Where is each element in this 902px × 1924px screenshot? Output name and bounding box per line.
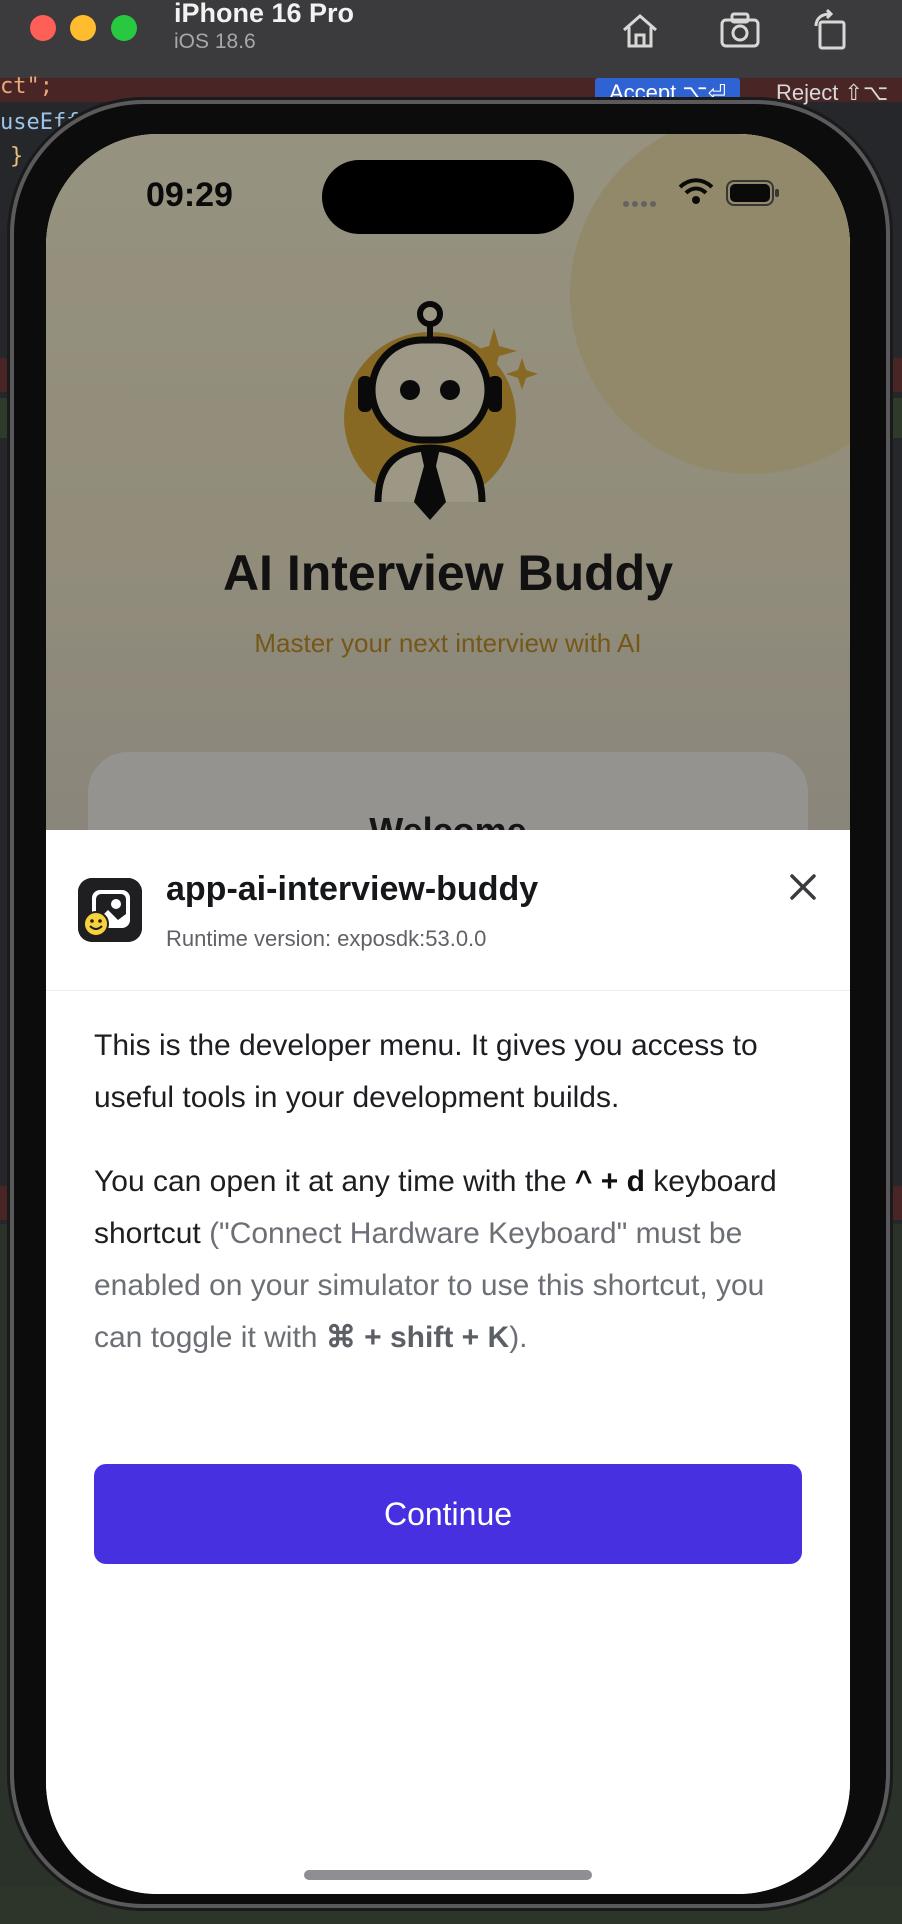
developer-menu-header: app-ai-interview-buddy Runtime version: … — [46, 830, 850, 991]
zoom-window-button[interactable] — [111, 15, 137, 41]
shortcut-prefix: You can open it at any time with the — [94, 1165, 567, 1198]
modal-backdrop[interactable] — [46, 134, 850, 834]
close-window-button[interactable] — [30, 15, 56, 41]
device-name: iPhone 16 Pro — [174, 0, 355, 28]
note-closing: ). — [509, 1321, 528, 1354]
home-indicator[interactable] — [304, 1870, 592, 1880]
iphone-frame: 09:29 AI Interview Buddy Master your nex… — [14, 104, 886, 1904]
phone-screen: 09:29 AI Interview Buddy Master your nex… — [46, 134, 850, 1894]
continue-button[interactable]: Continue — [94, 1464, 802, 1564]
reject-change-button[interactable]: Reject ⇧⌥ — [776, 78, 888, 108]
developer-menu-body: This is the developer menu. It gives you… — [94, 1020, 806, 1396]
rotate-icon[interactable] — [808, 8, 852, 52]
screenshot-icon[interactable] — [718, 8, 762, 52]
minimize-window-button[interactable] — [70, 15, 96, 41]
diff-removed-strip — [0, 78, 902, 102]
developer-menu-sheet: app-ai-interview-buddy Runtime version: … — [46, 830, 850, 1894]
toggle-shortcut: ⌘ + shift + K — [325, 1321, 510, 1354]
os-version: iOS 18.6 — [174, 30, 256, 53]
runtime-version: Runtime version: exposdk:53.0.0 — [166, 926, 487, 951]
code-snippet: ct"; — [0, 74, 53, 99]
close-icon[interactable] — [782, 866, 824, 908]
shortcut-paragraph: You can open it at any time with the ^ +… — [94, 1156, 806, 1364]
simulator-title-bar: iPhone 16 Pro iOS 18.6 — [0, 0, 902, 79]
dev-menu-app-name: app-ai-interview-buddy — [166, 870, 539, 908]
intro-paragraph: This is the developer menu. It gives you… — [94, 1029, 758, 1114]
open-shortcut: ^ + d — [574, 1165, 645, 1198]
home-icon[interactable] — [618, 8, 662, 52]
app-icon — [78, 878, 142, 942]
